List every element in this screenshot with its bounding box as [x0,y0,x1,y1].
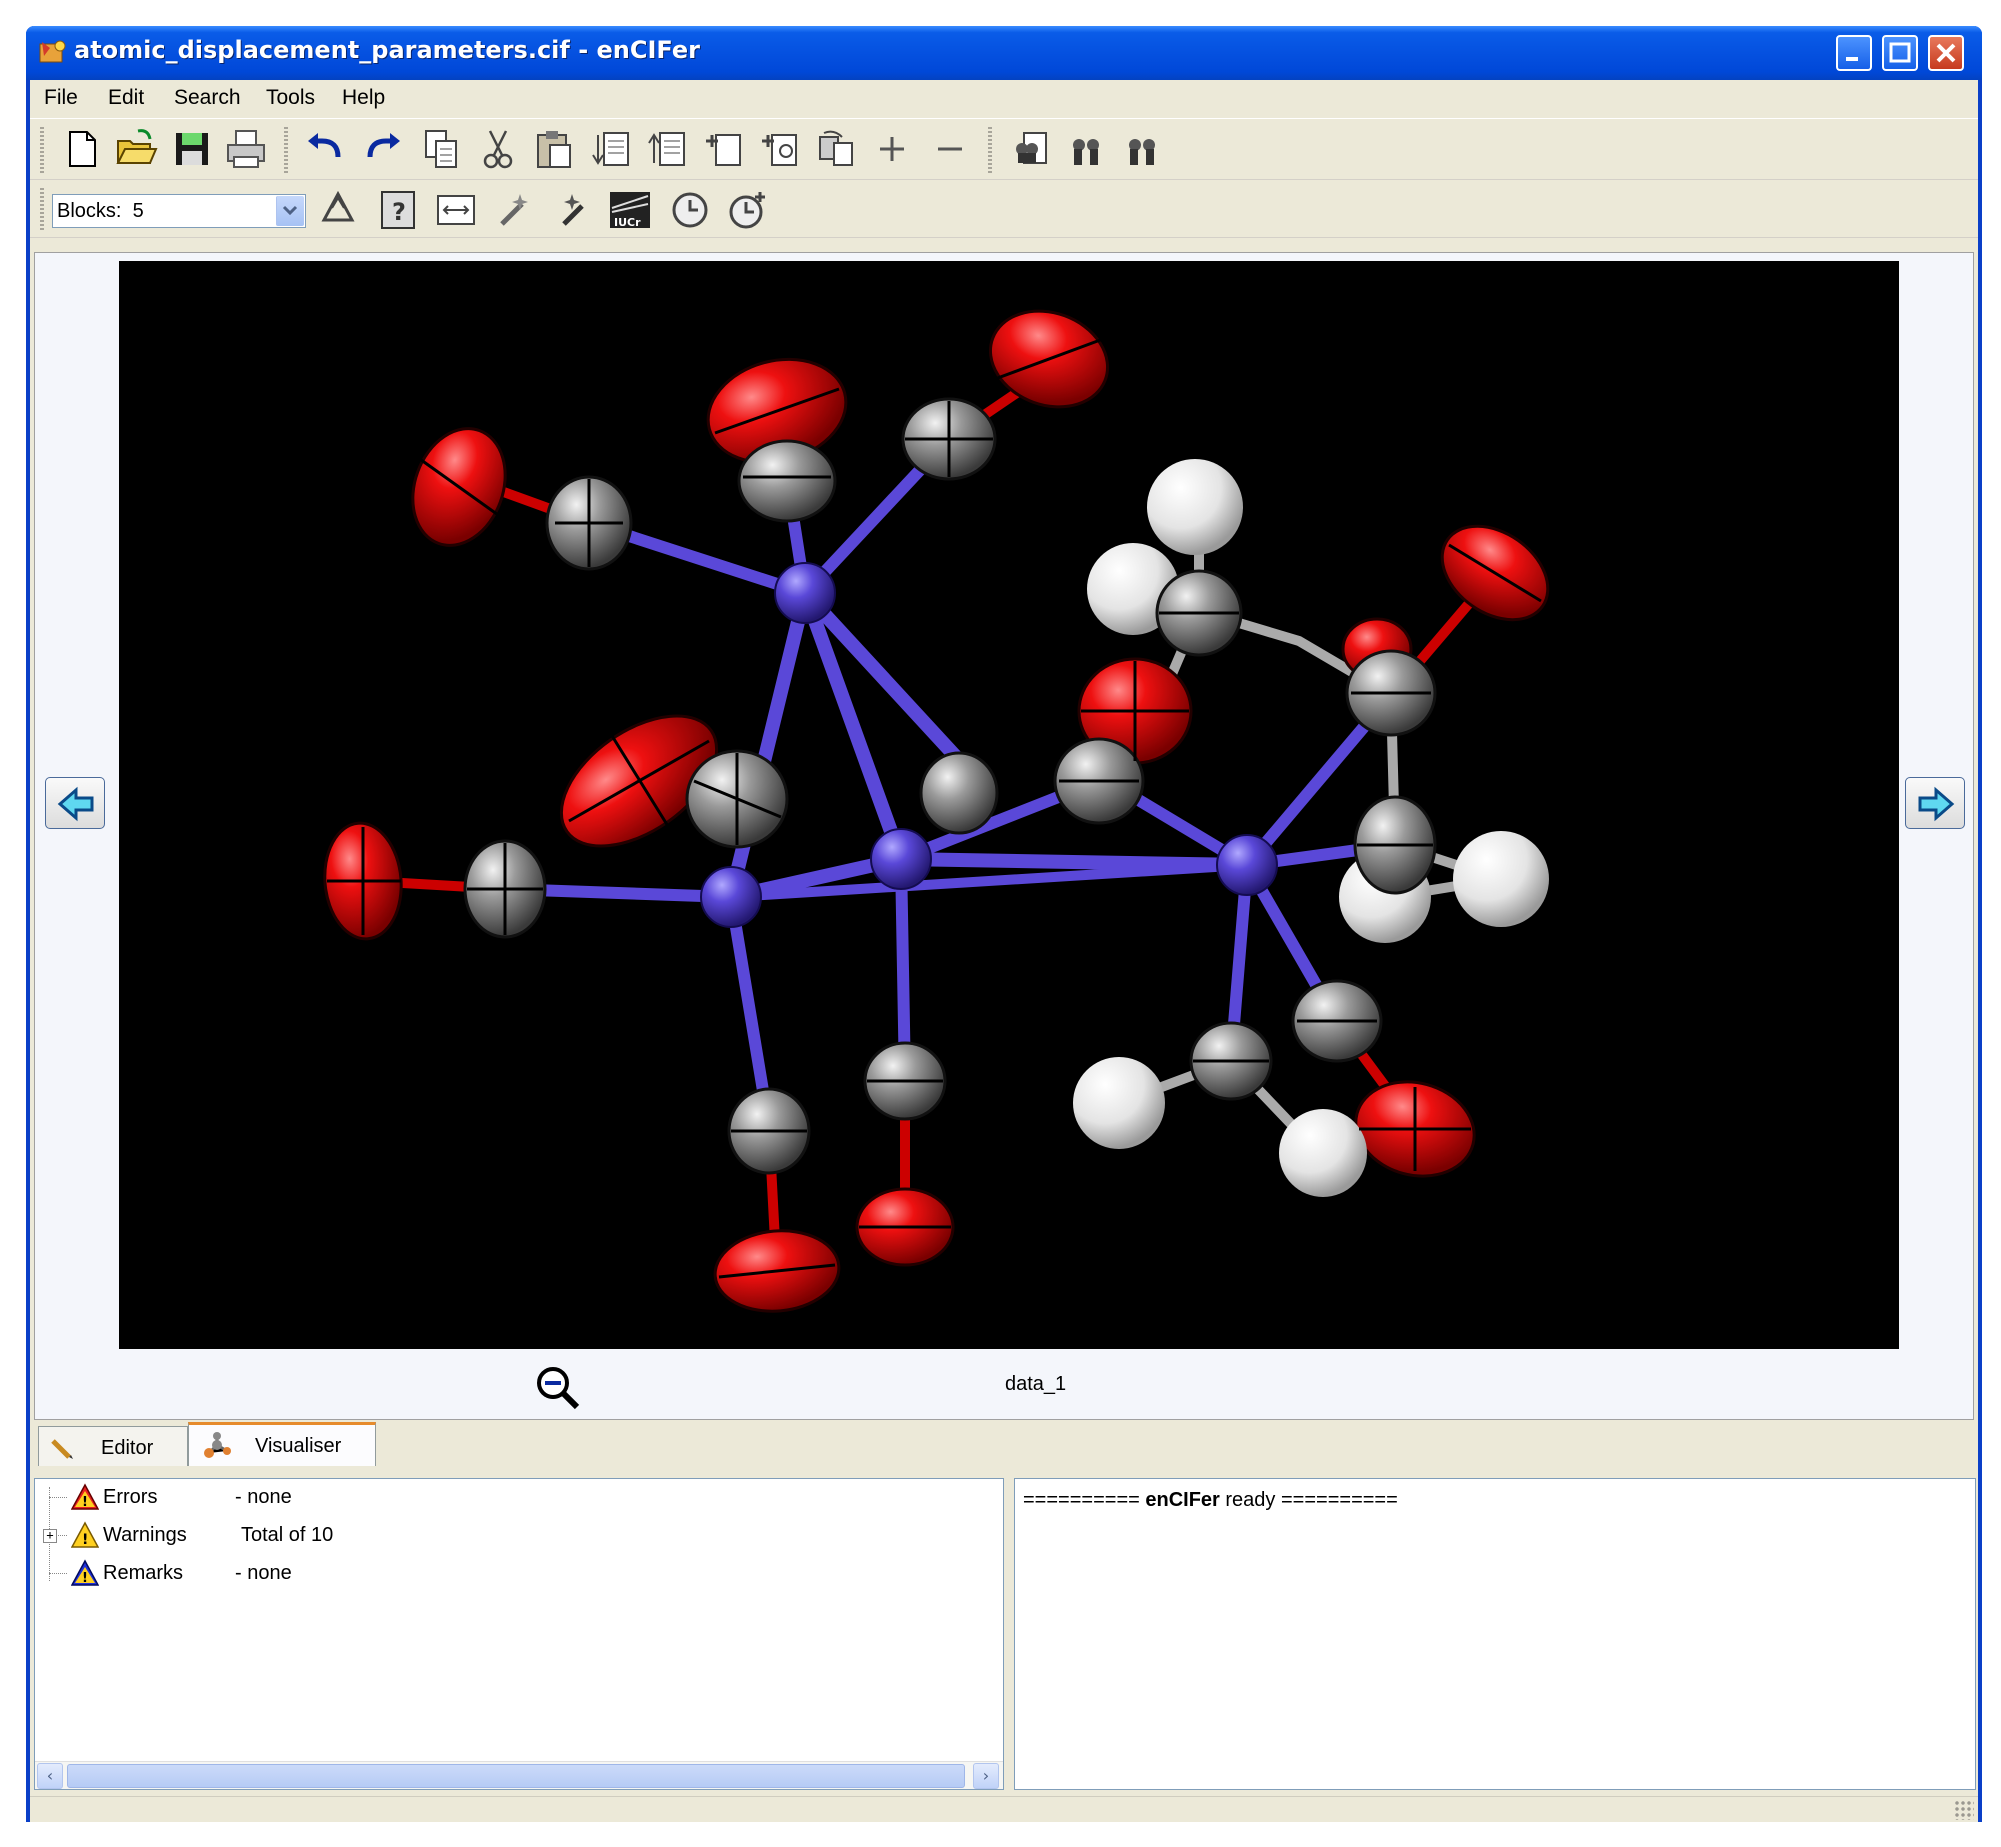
find-previous-icon[interactable] [1064,127,1108,171]
chevron-down-icon[interactable] [276,196,304,226]
remove-icon[interactable] [928,127,972,171]
errors-label: Errors [103,1486,158,1508]
blocks-dropdown[interactable]: Blocks: 5 [52,194,306,228]
new-file-icon[interactable] [60,127,104,171]
replace-icon[interactable] [814,127,858,171]
scroll-right-icon[interactable]: › [973,1763,999,1789]
molecule-viewer[interactable] [119,261,1899,1349]
menu-bar: File Edit Search Tools Help [30,80,1978,116]
title-bar[interactable]: atomic_displacement_parameters.cif - enC… [26,26,1982,80]
scroll-left-icon[interactable]: ‹ [37,1763,63,1789]
magic-wand-icon[interactable] [550,188,594,232]
main-toolbar [30,118,1978,180]
molecule-structure [323,309,1550,1313]
insert-loop-icon[interactable] [758,127,802,171]
menu-file[interactable]: File [44,86,78,110]
paste-icon[interactable] [532,127,576,171]
undo-icon[interactable] [304,127,348,171]
resize-grip[interactable] [1954,1800,1974,1820]
tree-connector [49,1573,67,1574]
status-bar [30,1796,1978,1822]
svg-text:IUCr: IUCr [614,216,641,229]
warnings-value: Total of 10 [241,1524,334,1546]
log-suffix: ========== [1280,1489,1398,1511]
scrollbar-thumb[interactable] [67,1764,965,1788]
tab-visualiser-label: Visualiser [255,1435,342,1457]
log-panel: ========== enCIFer ready ========== [1014,1478,1976,1790]
print-icon[interactable] [224,127,268,171]
menu-search[interactable]: Search [174,86,241,110]
remarks-value: - none [235,1562,292,1584]
checks-tree-panel: ! Errors - none + ! Warnings Total of 10… [34,1478,1004,1790]
remark-icon: ! [71,1559,99,1586]
toolbar-grip[interactable] [988,127,992,173]
move-down-icon[interactable] [590,127,634,171]
secondary-toolbar: Blocks: 5 ? IUCr [30,182,1978,238]
minimize-button[interactable] [1836,35,1872,71]
clock-icon[interactable] [668,188,712,232]
log-prefix: ========== [1023,1489,1140,1511]
cut-icon[interactable] [476,127,520,171]
tab-visualiser[interactable]: Visualiser [188,1422,376,1466]
current-block-name: data_1 [1005,1373,1067,1395]
log-text: ready [1225,1489,1276,1511]
svg-text:!: ! [82,1495,88,1510]
horizontal-scrollbar[interactable]: ‹ › [35,1761,1003,1789]
toolbar-grip[interactable] [40,188,44,232]
tab-editor-label: Editor [101,1437,154,1459]
dictionary-help-icon[interactable]: ? [376,188,420,232]
view-tabs: Editor Visualiser [34,1422,1974,1466]
toolbar-grip[interactable] [284,127,288,173]
close-button[interactable] [1928,35,1964,71]
warnings-label: Warnings [103,1524,187,1546]
blocks-dropdown-label: Blocks: 5 [57,200,144,222]
save-icon[interactable] [170,127,214,171]
add-icon[interactable] [870,127,914,171]
insert-item-icon[interactable] [702,127,746,171]
visualiser-panel: data_1 [34,252,1974,1420]
log-app-name: enCIFer [1145,1489,1220,1511]
open-folder-icon[interactable] [114,127,158,171]
expand-toggle[interactable]: + [43,1529,57,1543]
svg-text:?: ? [392,198,406,226]
pencil-icon [51,1439,73,1459]
menu-help[interactable]: Help [342,86,385,110]
next-block-button[interactable] [1905,777,1965,829]
window-title: atomic_displacement_parameters.cif - enC… [74,36,700,64]
tab-editor[interactable]: Editor [38,1426,188,1466]
svg-text:!: ! [82,1571,88,1586]
log-message: ========== enCIFer ready ========== [1023,1489,1398,1512]
menu-edit[interactable]: Edit [108,86,144,110]
error-icon: ! [71,1483,99,1510]
zoom-out-icon[interactable] [535,1365,583,1413]
previous-block-button[interactable] [45,777,105,829]
maximize-button[interactable] [1882,35,1918,71]
molecule-icon [204,1432,231,1458]
clock-add-icon[interactable] [726,188,770,232]
move-up-icon[interactable] [646,127,690,171]
svg-text:!: ! [82,1532,88,1548]
fit-width-icon[interactable] [434,188,478,232]
find-icon[interactable] [1008,127,1052,171]
warning-icon: ! [71,1521,99,1548]
wizard-icon[interactable] [492,188,536,232]
iucr-icon[interactable]: IUCr [608,188,652,232]
recycle-icon[interactable] [316,188,360,232]
application-window: atomic_displacement_parameters.cif - enC… [26,26,1982,1822]
copy-icon[interactable] [420,127,464,171]
remarks-label: Remarks [103,1562,184,1584]
errors-value: - none [235,1486,292,1508]
encifer-app-icon [39,40,66,63]
menu-tools[interactable]: Tools [266,86,315,110]
redo-icon[interactable] [360,127,404,171]
find-next-icon[interactable] [1120,127,1164,171]
toolbar-grip[interactable] [40,127,44,173]
tree-connector [49,1497,67,1498]
